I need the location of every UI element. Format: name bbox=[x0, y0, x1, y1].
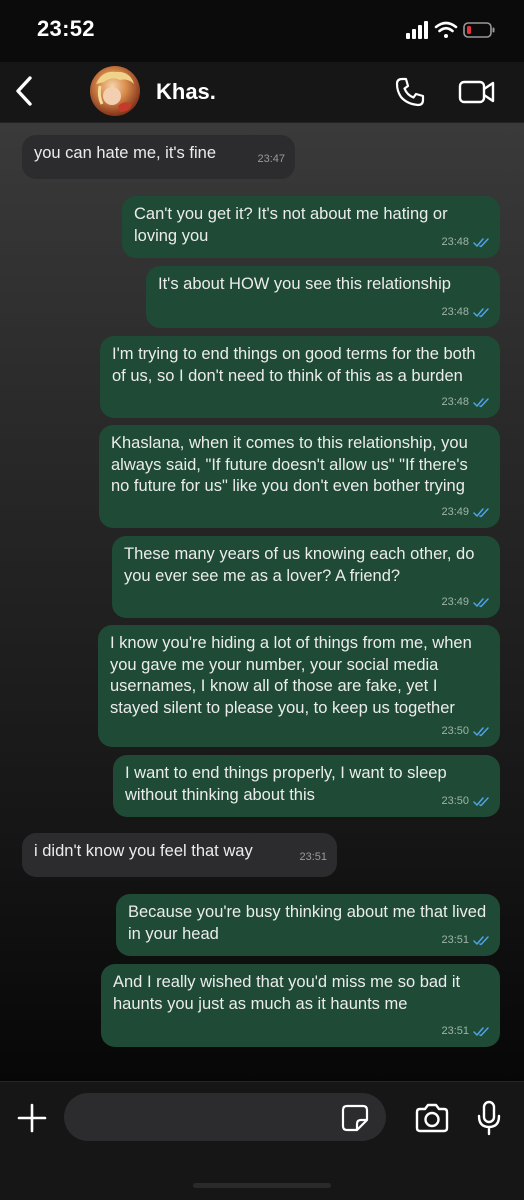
read-ticks-icon bbox=[473, 598, 489, 607]
video-camera-icon[interactable] bbox=[458, 78, 496, 106]
message-text: I want to end things properly, I want to… bbox=[125, 764, 447, 804]
read-ticks-icon bbox=[473, 797, 489, 806]
message-text: It's about HOW you see this relationship bbox=[158, 275, 451, 293]
read-ticks-icon bbox=[473, 508, 489, 517]
message-bubble-outgoing[interactable]: I'm trying to end things on good terms f… bbox=[100, 336, 500, 418]
message-bubble-outgoing[interactable]: And I really wished that you'd miss me s… bbox=[101, 964, 500, 1047]
message-time: 23:48 bbox=[441, 305, 469, 318]
phone-icon[interactable] bbox=[394, 76, 426, 108]
read-ticks-icon bbox=[473, 308, 489, 317]
plus-icon[interactable] bbox=[16, 1102, 48, 1134]
message-time: 23:50 bbox=[441, 724, 469, 737]
message-bubble-outgoing[interactable]: I want to end things properly, I want to… bbox=[113, 755, 500, 817]
message-time: 23:50 bbox=[441, 794, 469, 807]
message-time: 23:49 bbox=[441, 595, 469, 608]
status-icons bbox=[406, 21, 495, 39]
message-text: Khaslana, when it comes to this relation… bbox=[111, 434, 468, 495]
message-bubble-incoming[interactable]: you can hate me, it's fine 23:47 bbox=[22, 135, 295, 179]
message-bubble-outgoing[interactable]: I know you're hiding a lot of things fro… bbox=[98, 625, 500, 747]
wifi-icon bbox=[434, 21, 458, 38]
sticker-icon[interactable] bbox=[341, 1104, 369, 1132]
battery-low-icon bbox=[463, 22, 495, 38]
message-input[interactable] bbox=[64, 1093, 386, 1141]
avatar[interactable] bbox=[90, 66, 140, 116]
status-bar: 23:52 bbox=[0, 0, 524, 62]
message-bubble-outgoing[interactable]: These many years of us knowing each othe… bbox=[112, 536, 500, 618]
composer-bar bbox=[0, 1081, 524, 1200]
status-time: 23:52 bbox=[37, 16, 95, 41]
message-text: And I really wished that you'd miss me s… bbox=[113, 973, 461, 1013]
message-list[interactable]: you can hate me, it's fine 23:47 Can't y… bbox=[0, 123, 524, 1081]
message-bubble-outgoing[interactable]: Khaslana, when it comes to this relation… bbox=[99, 425, 500, 528]
message-text: I know you're hiding a lot of things fro… bbox=[110, 634, 472, 717]
message-time: 23:51 bbox=[441, 1024, 469, 1037]
message-time: 23:49 bbox=[441, 505, 469, 518]
message-time: 23:48 bbox=[441, 235, 469, 248]
contact-name[interactable]: Khas. bbox=[156, 79, 216, 105]
message-bubble-outgoing[interactable]: It's about HOW you see this relationship… bbox=[146, 266, 500, 328]
read-ticks-icon bbox=[473, 1027, 489, 1036]
microphone-icon[interactable] bbox=[476, 1100, 502, 1136]
message-time: 23:51 bbox=[441, 933, 469, 946]
message-time: 23:47 bbox=[257, 152, 285, 165]
signal-icon bbox=[406, 21, 428, 39]
message-text: These many years of us knowing each othe… bbox=[124, 545, 475, 585]
home-indicator bbox=[193, 1183, 331, 1188]
chat-screen: 23:52 Khas. you can hate me, it's fine 2… bbox=[0, 0, 524, 1200]
chat-header: Khas. bbox=[0, 62, 524, 123]
camera-icon[interactable] bbox=[414, 1102, 450, 1134]
read-ticks-icon bbox=[473, 398, 489, 407]
message-text: i didn't know you feel that way bbox=[34, 842, 253, 860]
message-text: I'm trying to end things on good terms f… bbox=[112, 345, 476, 385]
message-bubble-outgoing[interactable]: Can't you get it? It's not about me hati… bbox=[122, 196, 500, 258]
message-text: you can hate me, it's fine bbox=[34, 144, 216, 162]
back-chevron-icon[interactable] bbox=[12, 74, 38, 108]
read-ticks-icon bbox=[473, 936, 489, 945]
message-bubble-outgoing[interactable]: Because you're busy thinking about me th… bbox=[116, 894, 500, 956]
message-text: Can't you get it? It's not about me hati… bbox=[134, 205, 448, 245]
message-time: 23:51 bbox=[299, 850, 327, 863]
message-text: Because you're busy thinking about me th… bbox=[128, 903, 487, 943]
message-bubble-incoming[interactable]: i didn't know you feel that way 23:51 bbox=[22, 833, 337, 877]
read-ticks-icon bbox=[473, 238, 489, 247]
message-time: 23:48 bbox=[441, 395, 469, 408]
read-ticks-icon bbox=[473, 727, 489, 736]
